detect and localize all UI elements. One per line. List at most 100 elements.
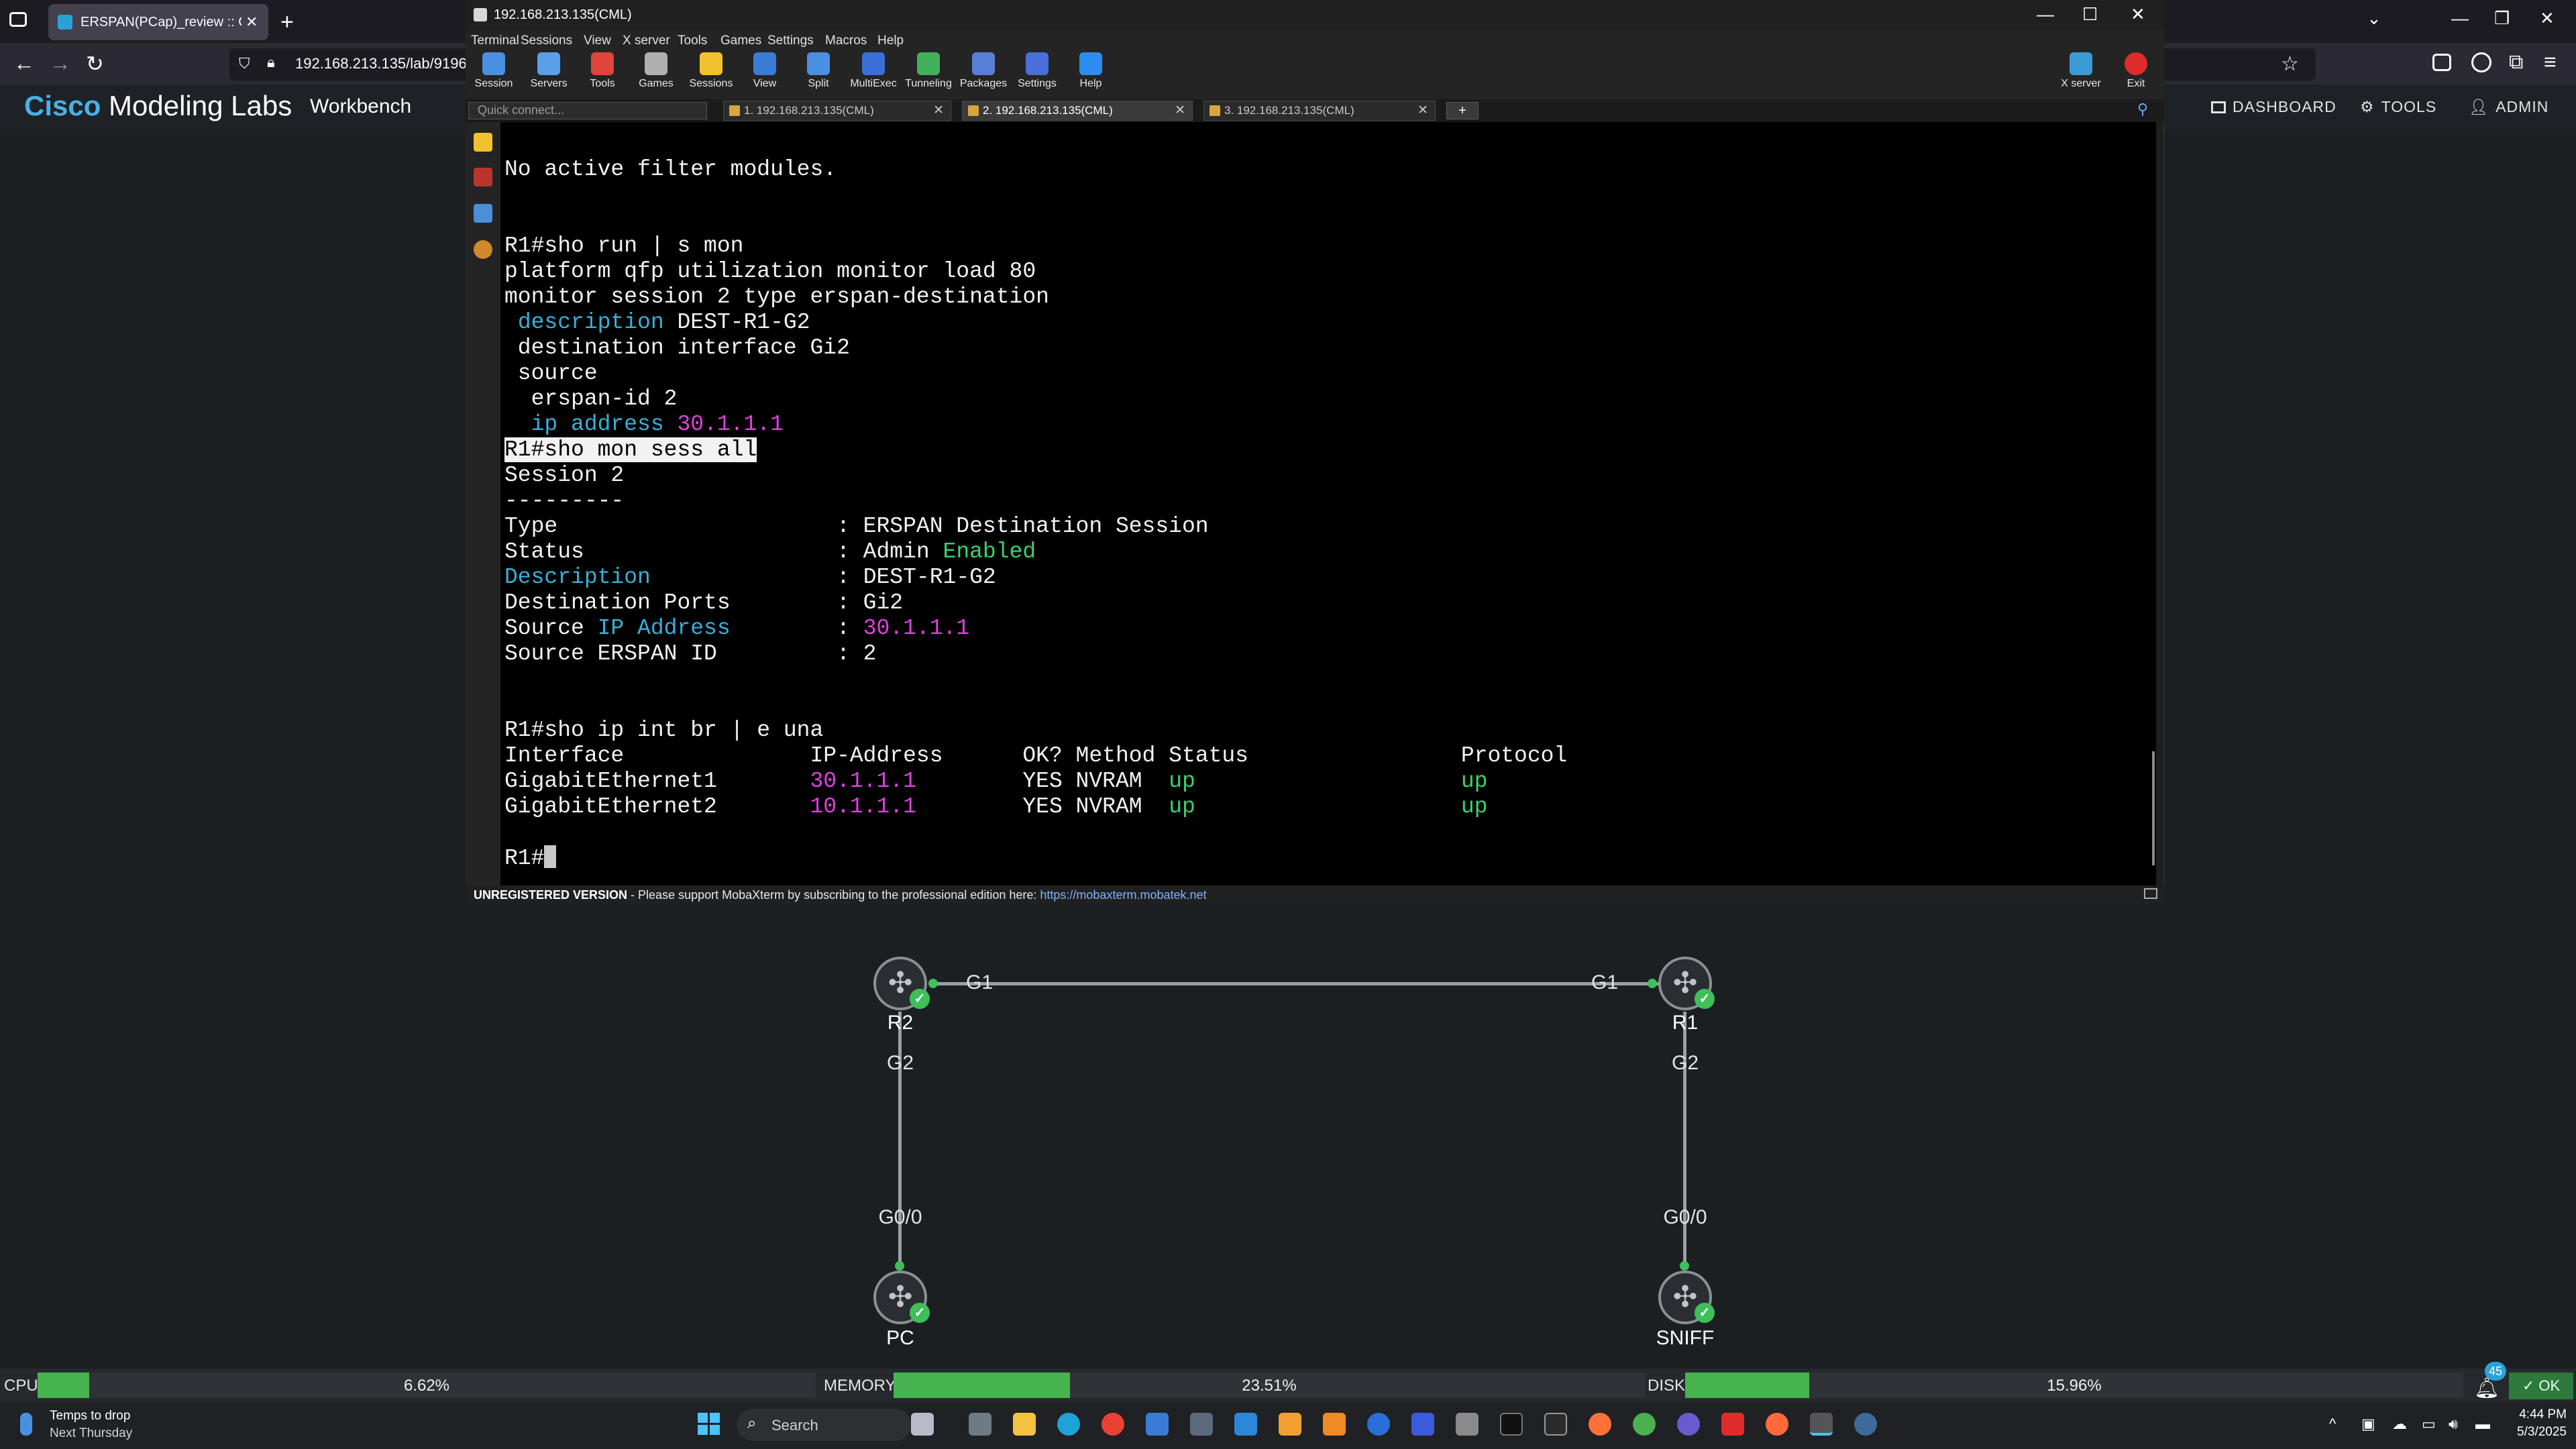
menu-view[interactable]: View	[584, 34, 611, 48]
bookmark-star-icon[interactable]: ☆	[2281, 52, 2299, 76]
calculator-icon[interactable]	[1190, 1413, 1213, 1436]
mobaxterm-taskbar-icon[interactable]	[1810, 1413, 1833, 1436]
volume-icon[interactable]: 🔊︎	[2449, 1415, 2458, 1433]
account-icon[interactable]	[2471, 52, 2491, 72]
menu-icon[interactable]: ≡	[2544, 50, 2557, 74]
moba-minimize-icon[interactable]: —	[2037, 4, 2054, 25]
quick-connect-placeholder[interactable]: Quick connect...	[478, 103, 564, 117]
attach-icon[interactable]: ⚲	[2137, 101, 2148, 118]
restore-icon[interactable]: ❐	[2494, 8, 2510, 29]
task-view-icon[interactable]	[969, 1413, 991, 1436]
moba-close-icon[interactable]: ✕	[2131, 4, 2145, 25]
tray-chevron-icon[interactable]: ^	[2329, 1415, 2336, 1433]
admin-nav[interactable]: 👤︎ ADMIN	[2469, 98, 2548, 116]
session-tab-1[interactable]: 1. 192.168.213.135(CML) ✕	[723, 101, 951, 121]
clock-time[interactable]: 4:44 PM	[2513, 1407, 2567, 1422]
chrome-icon[interactable]	[1102, 1413, 1124, 1436]
minimize-icon[interactable]: —	[2451, 8, 2469, 29]
app-icon[interactable]	[1456, 1413, 1479, 1436]
outlook-icon[interactable]	[1411, 1413, 1434, 1436]
close-tab-icon[interactable]: ✕	[1417, 103, 1428, 118]
clock-date[interactable]: 5/3/2025	[2513, 1425, 2567, 1440]
back-icon[interactable]: ←	[13, 51, 35, 76]
tools-nav[interactable]: ⚙ TOOLS	[2360, 98, 2436, 116]
menu-settings[interactable]: Settings	[767, 34, 814, 48]
menu-games[interactable]: Games	[720, 34, 761, 48]
toolbar-help-button[interactable]: Help	[1064, 52, 1118, 90]
link-r2-r1[interactable]	[931, 982, 1660, 985]
toolbar-packages-button[interactable]: Packages	[957, 52, 1010, 90]
toolbar-tunneling-button[interactable]: Tunneling	[902, 52, 955, 90]
close-tab-icon[interactable]: ✕	[1175, 103, 1185, 118]
app-icon[interactable]	[1766, 1413, 1788, 1436]
menu-macros[interactable]: Macros	[825, 34, 867, 48]
screen-icon[interactable]	[2144, 888, 2157, 899]
menu-sessions[interactable]: Sessions	[521, 34, 572, 48]
firefox-icon[interactable]	[1589, 1413, 1611, 1436]
photos-icon[interactable]	[1234, 1413, 1257, 1436]
weather-subline[interactable]: Next Thursday	[50, 1426, 132, 1441]
tray-app-icon[interactable]: ▣	[2361, 1415, 2375, 1433]
toolbar-servers-button[interactable]: Servers	[522, 52, 576, 90]
settings-icon[interactable]	[1854, 1413, 1877, 1436]
app-icon[interactable]	[1633, 1413, 1656, 1436]
file-explorer-icon[interactable]	[1013, 1413, 1036, 1436]
session-tab-3[interactable]: 3. 192.168.213.135(CML) ✕	[1203, 101, 1436, 121]
onedrive-icon[interactable]: ☁	[2392, 1415, 2407, 1433]
session-tab-2[interactable]: 2. 192.168.213.135(CML) ✕	[962, 101, 1193, 121]
dashboard-nav[interactable]: DASHBOARD	[2211, 98, 2337, 116]
app-icon[interactable]	[1677, 1413, 1700, 1436]
youtube-icon[interactable]	[1721, 1413, 1744, 1436]
tools-icon[interactable]	[474, 168, 492, 186]
taskbar-search-text[interactable]: Search	[771, 1417, 818, 1434]
toolbar-session-button[interactable]: Session	[467, 52, 521, 90]
forward-icon[interactable]: →	[50, 51, 71, 76]
toolbar-view-button[interactable]: View	[738, 52, 792, 90]
globe-icon[interactable]	[1367, 1413, 1390, 1436]
reload-icon[interactable]: ↻	[86, 51, 104, 76]
macros-icon[interactable]	[474, 240, 492, 259]
menu-terminal[interactable]: Terminal	[471, 34, 519, 48]
tab-list-icon[interactable]	[9, 12, 27, 27]
close-tab-icon[interactable]: ✕	[933, 103, 944, 118]
favorites-star-icon[interactable]	[474, 133, 492, 152]
toolbar-x-server-button[interactable]: X server	[2054, 52, 2108, 90]
notepad-icon[interactable]	[1146, 1413, 1169, 1436]
shield-icon[interactable]: ⛉	[239, 55, 250, 72]
taskbar-search[interactable]	[737, 1409, 911, 1441]
taskbar-app-icon[interactable]	[911, 1413, 934, 1436]
menu-tools[interactable]: Tools	[678, 34, 707, 48]
extensions-icon[interactable]: ⧉	[2509, 51, 2523, 74]
toolbar-exit-button[interactable]: Exit	[2109, 52, 2163, 90]
close-tab-icon[interactable]: ✕	[246, 13, 258, 31]
edge-icon[interactable]	[1057, 1413, 1080, 1436]
new-tab-button[interactable]: +	[280, 9, 294, 36]
menu-help[interactable]: Help	[877, 34, 904, 48]
toolbar-sessions-button[interactable]: Sessions	[684, 52, 738, 90]
snip-icon[interactable]	[1279, 1413, 1301, 1436]
url-text[interactable]: 192.168.213.135/lab/919619	[295, 55, 483, 72]
send-icon[interactable]	[474, 204, 492, 223]
tab-overflow-chevron-icon[interactable]: ⌄	[2367, 8, 2381, 29]
status-ok-badge[interactable]: ✓ OK	[2509, 1373, 2573, 1399]
toolbar-tools-button[interactable]: Tools	[576, 52, 629, 90]
cml-logo[interactable]: Cisco Modeling Labs	[24, 90, 292, 122]
toolbar-games-button[interactable]: Games	[629, 52, 683, 90]
terminal-scrollbar[interactable]	[2152, 751, 2155, 865]
moba-maximize-icon[interactable]: ☐	[2082, 4, 2098, 25]
pocket-icon[interactable]	[2432, 54, 2451, 71]
add-tab-button[interactable]: +	[1446, 102, 1479, 119]
toolbar-multiexec-button[interactable]: MultiExec	[847, 52, 900, 90]
windows-start-icon[interactable]	[698, 1413, 720, 1436]
network-icon[interactable]: ▭	[2422, 1415, 2436, 1433]
mobaxterm-titlebar[interactable]	[466, 0, 2164, 31]
weather-headline[interactable]: Temps to drop	[50, 1409, 130, 1424]
mobaxterm-link[interactable]: https://mobaxterm.mobatek.net	[1040, 888, 1206, 902]
menu-x-server[interactable]: X server	[623, 34, 670, 48]
terminal-output[interactable]: No active filter modules. R1#sho run | s …	[504, 157, 2141, 871]
battery-icon[interactable]: ▬	[2475, 1415, 2490, 1433]
browser-tab[interactable]: ERSPAN(PCap)_review :: CML² ✕	[48, 4, 268, 40]
app-icon[interactable]	[1323, 1413, 1346, 1436]
close-window-icon[interactable]: ✕	[2540, 8, 2555, 29]
thermometer-icon[interactable]	[20, 1413, 32, 1436]
